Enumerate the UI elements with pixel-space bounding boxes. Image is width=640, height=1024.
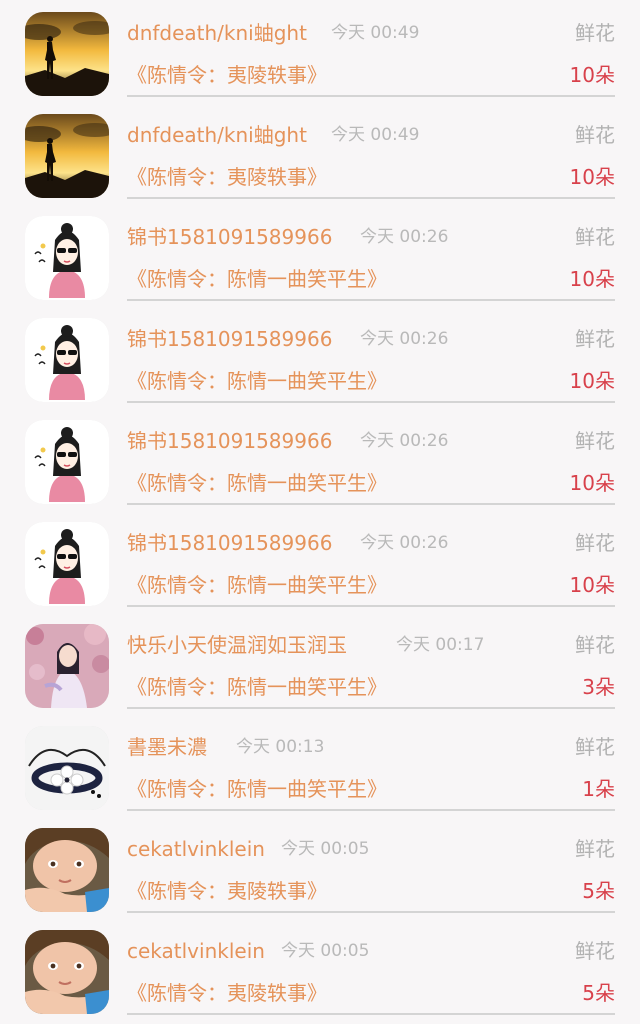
book-title[interactable]: 《陈情令：夷陵轶事》 (127, 164, 327, 190)
avatar[interactable] (25, 828, 109, 912)
gift-type-label: 鲜花 (575, 21, 615, 45)
username[interactable]: 锦书1581091589966 (127, 224, 332, 250)
book-title[interactable]: 《陈情令：陈情一曲笑平生》 (127, 674, 387, 700)
gift-record-row[interactable]: dnfdeath/kni蚰ght 今天 00:49 鲜花 《陈情令：夷陵轶事》 … (0, 102, 640, 204)
avatar[interactable] (25, 114, 109, 198)
avatar[interactable] (25, 420, 109, 504)
username[interactable]: 锦书1581091589966 (127, 530, 332, 556)
gift-count: 10朵 (569, 573, 615, 597)
book-title[interactable]: 《陈情令：夷陵轶事》 (127, 62, 327, 88)
row-divider (127, 707, 615, 709)
username[interactable]: 锦书1581091589966 (127, 326, 332, 352)
username[interactable]: cekatlvinklein (127, 938, 265, 964)
avatar[interactable] (25, 216, 109, 300)
timestamp: 今天 00:49 (331, 23, 420, 43)
gift-count: 10朵 (569, 369, 615, 393)
gift-record-row[interactable]: cekatlvinklein 今天 00:05 鲜花 《陈情令：夷陵轶事》 5朵 (0, 918, 640, 1020)
row-divider (127, 809, 615, 811)
row-divider (127, 503, 615, 505)
gift-type-label: 鲜花 (575, 531, 615, 555)
gift-record-row[interactable]: 快乐小天使温润如玉润玉 今天 00:17 鲜花 《陈情令：陈情一曲笑平生》 3朵 (0, 612, 640, 714)
gift-count: 10朵 (569, 267, 615, 291)
username[interactable]: cekatlvinklein (127, 836, 265, 862)
avatar[interactable] (25, 522, 109, 606)
book-title[interactable]: 《陈情令：陈情一曲笑平生》 (127, 572, 387, 598)
gift-record-row[interactable]: 锦书1581091589966 今天 00:26 鲜花 《陈情令：陈情一曲笑平生… (0, 408, 640, 510)
child-portrait-avatar-image (25, 930, 109, 1014)
username[interactable]: 锦书1581091589966 (127, 428, 332, 454)
cartoon-girl-avatar-image (25, 420, 109, 504)
girl-blossoms-avatar-image (25, 624, 109, 708)
username[interactable]: 書墨未濃 (127, 734, 207, 760)
sunset-silhouette-avatar-image (25, 12, 109, 96)
flower-bracelet-avatar-image (25, 726, 109, 810)
row-divider (127, 95, 615, 97)
gift-type-label: 鲜花 (575, 735, 615, 759)
gift-count: 5朵 (582, 981, 615, 1005)
row-divider (127, 911, 615, 913)
book-title[interactable]: 《陈情令：夷陵轶事》 (127, 980, 327, 1006)
gift-type-label: 鲜花 (575, 123, 615, 147)
row-divider (127, 197, 615, 199)
book-title[interactable]: 《陈情令：夷陵轶事》 (127, 878, 327, 904)
book-title[interactable]: 《陈情令：陈情一曲笑平生》 (127, 776, 387, 802)
cartoon-girl-avatar-image (25, 216, 109, 300)
timestamp: 今天 00:05 (281, 941, 370, 961)
timestamp: 今天 00:26 (360, 533, 449, 553)
gift-count: 5朵 (582, 879, 615, 903)
gift-record-row[interactable]: dnfdeath/kni蚰ght 今天 00:49 鲜花 《陈情令：夷陵轶事》 … (0, 0, 640, 102)
row-divider (127, 605, 615, 607)
gift-type-label: 鲜花 (575, 939, 615, 963)
row-divider (127, 1013, 615, 1015)
row-divider (127, 401, 615, 403)
gift-type-label: 鲜花 (575, 327, 615, 351)
book-title[interactable]: 《陈情令：陈情一曲笑平生》 (127, 368, 387, 394)
cartoon-girl-avatar-image (25, 318, 109, 402)
timestamp: 今天 00:26 (360, 431, 449, 451)
avatar[interactable] (25, 930, 109, 1014)
avatar[interactable] (25, 726, 109, 810)
gift-record-row[interactable]: cekatlvinklein 今天 00:05 鲜花 《陈情令：夷陵轶事》 5朵 (0, 816, 640, 918)
avatar[interactable] (25, 624, 109, 708)
gift-record-row[interactable]: 書墨未濃 今天 00:13 鲜花 《陈情令：陈情一曲笑平生》 1朵 (0, 714, 640, 816)
gift-type-label: 鲜花 (575, 837, 615, 861)
row-divider (127, 299, 615, 301)
timestamp: 今天 00:26 (360, 329, 449, 349)
timestamp: 今天 00:26 (360, 227, 449, 247)
gift-type-label: 鲜花 (575, 225, 615, 249)
sunset-silhouette-avatar-image (25, 114, 109, 198)
avatar[interactable] (25, 318, 109, 402)
cartoon-girl-avatar-image (25, 522, 109, 606)
gift-record-row[interactable]: 锦书1581091589966 今天 00:26 鲜花 《陈情令：陈情一曲笑平生… (0, 204, 640, 306)
timestamp: 今天 00:05 (281, 839, 370, 859)
child-portrait-avatar-image (25, 828, 109, 912)
gift-record-list: dnfdeath/kni蚰ght 今天 00:49 鲜花 《陈情令：夷陵轶事》 … (0, 0, 640, 1024)
avatar[interactable] (25, 12, 109, 96)
username[interactable]: 快乐小天使温润如玉润玉 (127, 632, 347, 658)
book-title[interactable]: 《陈情令：陈情一曲笑平生》 (127, 266, 387, 292)
gift-count: 1朵 (582, 777, 615, 801)
gift-count: 10朵 (569, 471, 615, 495)
gift-count: 3朵 (582, 675, 615, 699)
gift-count: 10朵 (569, 165, 615, 189)
gift-type-label: 鲜花 (575, 429, 615, 453)
username[interactable]: dnfdeath/kni蚰ght (127, 20, 307, 46)
timestamp: 今天 00:17 (396, 635, 485, 655)
timestamp: 今天 00:13 (236, 737, 325, 757)
username[interactable]: dnfdeath/kni蚰ght (127, 122, 307, 148)
gift-type-label: 鲜花 (575, 633, 615, 657)
timestamp: 今天 00:49 (331, 125, 420, 145)
gift-record-row[interactable]: 锦书1581091589966 今天 00:26 鲜花 《陈情令：陈情一曲笑平生… (0, 306, 640, 408)
gift-record-row[interactable]: 锦书1581091589966 今天 00:26 鲜花 《陈情令：陈情一曲笑平生… (0, 510, 640, 612)
gift-count: 10朵 (569, 63, 615, 87)
book-title[interactable]: 《陈情令：陈情一曲笑平生》 (127, 470, 387, 496)
